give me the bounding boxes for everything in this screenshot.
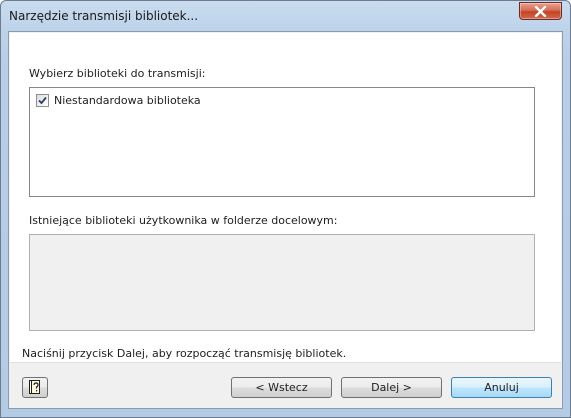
existing-libraries-label: Istniejące biblioteki użytkownika w fold…	[29, 214, 338, 227]
next-button[interactable]: Dalej >	[341, 377, 442, 398]
footer-separator	[10, 362, 561, 363]
instruction-text: Naciśnij przycisk Dalej, aby rozpocząć t…	[22, 347, 347, 360]
help-book-icon	[29, 380, 41, 394]
list-item[interactable]: Niestandardowa biblioteka	[36, 92, 201, 108]
checkmark-icon	[38, 96, 47, 104]
title-bar[interactable]: Narzędzie transmisji bibliotek...	[1, 1, 570, 31]
select-libraries-label: Wybierz biblioteki do transmisji:	[29, 67, 206, 80]
help-button[interactable]	[22, 377, 48, 398]
close-button[interactable]	[519, 2, 562, 20]
content-panel: Wybierz biblioteki do transmisji: Niesta…	[10, 33, 561, 362]
window-title: Narzędzie transmisji bibliotek...	[9, 9, 199, 23]
close-icon	[534, 6, 547, 17]
library-label: Niestandardowa biblioteka	[54, 93, 201, 107]
library-checkbox[interactable]	[36, 93, 49, 107]
back-button[interactable]: < Wstecz	[231, 377, 332, 398]
dialog-client-area: Wybierz biblioteki do transmisji: Niesta…	[8, 31, 563, 409]
cancel-button[interactable]: Anuluj	[451, 377, 552, 398]
libraries-list[interactable]: Niestandardowa biblioteka	[29, 87, 535, 197]
existing-libraries-list	[29, 234, 535, 331]
dialog-window: Narzędzie transmisji bibliotek... Wybier…	[0, 0, 571, 418]
